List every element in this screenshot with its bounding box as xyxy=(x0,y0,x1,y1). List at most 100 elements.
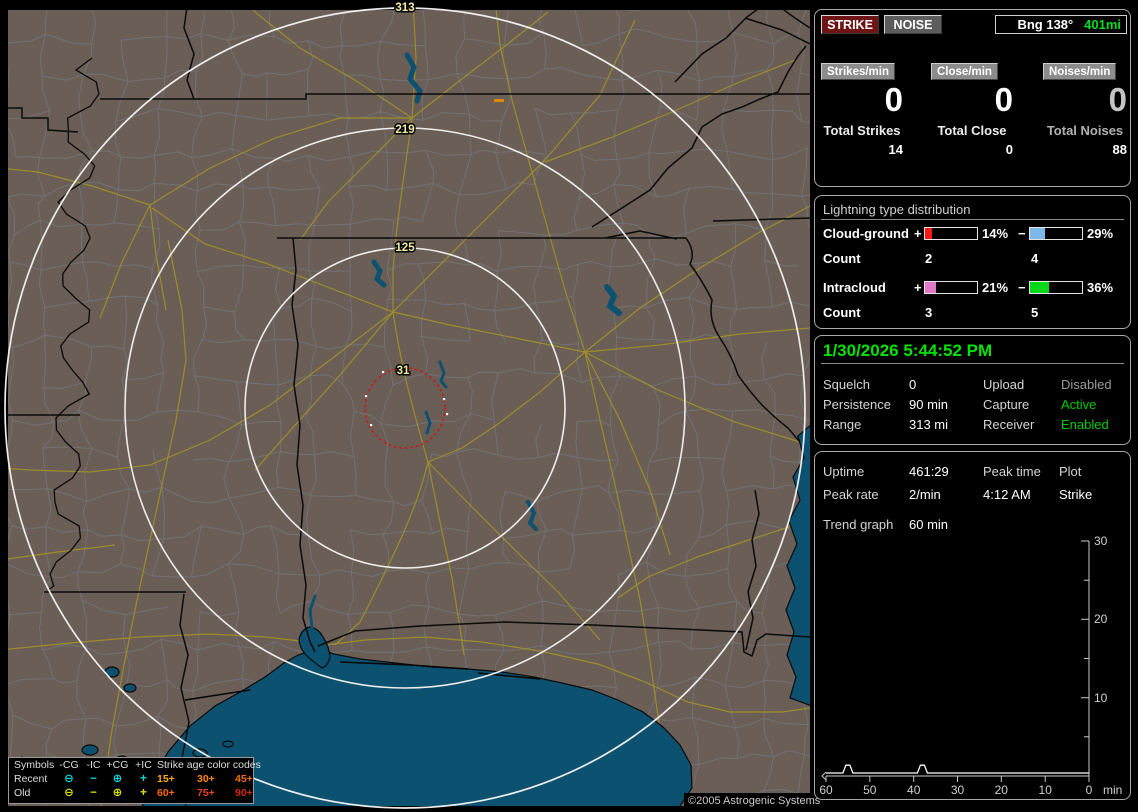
cg-neg-pct: 29% xyxy=(1087,226,1114,241)
total-close-label: Total Close xyxy=(937,123,1007,138)
age-45: 45+ xyxy=(235,773,253,785)
trend-x-unit: min xyxy=(1103,783,1122,797)
app-window: 313 219 125 31 Symbols -CG -IC +CG +IC S… xyxy=(0,0,1138,812)
trend-graph: 30 20 10 60 50 40 30 20 10 0 min xyxy=(819,534,1122,797)
age-30: 30+ xyxy=(197,773,215,785)
close-per-min-button[interactable]: Close/min xyxy=(931,63,998,80)
distribution-divider xyxy=(821,219,1124,220)
copyright-text: ©2005 Astrogenic Systems xyxy=(684,793,825,809)
total-close-value: 0 xyxy=(1005,142,1013,157)
cg-plus-sign: + xyxy=(914,226,922,241)
svg-text:20: 20 xyxy=(995,783,1009,797)
noise-toggle-button[interactable]: NOISE xyxy=(884,15,942,34)
age-75: 75+ xyxy=(197,787,215,799)
cg-pos-pct: 14% xyxy=(982,226,1009,241)
strike-toggle-button[interactable]: STRIKE xyxy=(821,15,879,34)
ic-pos-bar xyxy=(924,281,978,294)
cg-pos-bar xyxy=(924,227,978,240)
cg-pos-bar-fill xyxy=(925,228,933,239)
bearing-distance: 401mi xyxy=(1084,17,1121,32)
lightning-map[interactable]: 313 219 125 31 xyxy=(0,0,812,812)
legend-symbols-header: Symbols xyxy=(14,759,55,771)
legend-recent-label: Recent xyxy=(14,773,48,785)
cloud-ground-label: Cloud-ground xyxy=(823,226,909,241)
receiver-label: Receiver xyxy=(983,417,1035,432)
strikes-per-min-button[interactable]: Strikes/min xyxy=(821,63,895,80)
map-legend: Symbols -CG -IC +CG +IC Strike age color… xyxy=(8,757,261,804)
total-strikes-label: Total Strikes xyxy=(823,123,901,138)
trend-y-labels: 30 20 10 xyxy=(1094,534,1108,705)
legend-header-row: Symbols -CG -IC +CG +IC Strike age color… xyxy=(9,758,261,772)
range-label-219: 219 xyxy=(395,124,414,136)
total-noises-value: 88 xyxy=(1112,142,1127,157)
cg-neg-count: 4 xyxy=(1031,251,1039,266)
legend-col-pos-ic: +IC xyxy=(135,759,152,771)
upload-status: Disabled xyxy=(1061,377,1112,392)
legend-col-neg-ic: -IC xyxy=(86,759,101,771)
persistence-label: Persistence xyxy=(823,397,891,412)
close-column: Close/min 0 Total Close 0 xyxy=(931,62,1013,157)
persistence-value: 90 min xyxy=(909,397,949,412)
svg-text:0: 0 xyxy=(1086,783,1093,797)
cg-neg-bar xyxy=(1029,227,1083,240)
age-90: 90+ xyxy=(235,787,253,799)
total-strikes-value: 14 xyxy=(888,142,903,157)
legend-col-pos-cg: +CG xyxy=(106,759,129,771)
trend-panel: Uptime 461:29 Peak time Plot Peak rate 2… xyxy=(814,451,1131,800)
age-15: 15+ xyxy=(157,773,175,785)
datetime-display: 1/30/2026 5:44:52 PM xyxy=(823,341,993,360)
noises-rate-value: 0 xyxy=(1108,81,1127,118)
distribution-panel: Lightning type distribution Cloud-ground… xyxy=(814,195,1131,329)
cg-count-label: Count xyxy=(823,251,861,266)
ic-pos-count: 3 xyxy=(925,305,933,320)
ic-pos-bar-fill xyxy=(925,282,936,293)
range-label-31: 31 xyxy=(397,365,410,377)
ic-plus-sign: + xyxy=(914,280,922,295)
neg-ic-recent-icon: − xyxy=(90,773,97,785)
legend-recent-row: Recent ⊖ − ⊕ + 15+ 30+ 45+ xyxy=(9,772,253,786)
svg-text:30: 30 xyxy=(1094,534,1108,548)
legend-age-header: Strike age color codes xyxy=(157,759,261,771)
status-panel: 1/30/2026 5:44:52 PM Squelch 0 Upload Di… xyxy=(814,335,1131,445)
receiver-status: Enabled xyxy=(1061,417,1109,432)
legend-old-row: Old ⊖ − ⊕ + 60+ 75+ 90+ xyxy=(9,786,253,800)
status-divider xyxy=(821,363,1124,364)
trend-line xyxy=(826,764,1089,774)
svg-text:10: 10 xyxy=(1094,691,1108,705)
pos-cg-old-icon: ⊕ xyxy=(112,787,123,799)
svg-text:20: 20 xyxy=(1094,612,1108,626)
bearing-display[interactable]: Bng 138° 401mi xyxy=(995,15,1127,34)
noises-per-min-button[interactable]: Noises/min xyxy=(1043,63,1117,80)
ic-neg-bar-fill xyxy=(1030,282,1049,293)
ic-neg-count: 5 xyxy=(1031,305,1039,320)
bearing-label: Bng 138° xyxy=(1017,17,1074,32)
capture-label: Capture xyxy=(983,397,1030,412)
intracloud-label: Intracloud xyxy=(823,280,886,295)
range-label-125: 125 xyxy=(395,242,415,254)
ic-neg-pct: 36% xyxy=(1087,280,1114,295)
upload-label: Upload xyxy=(983,377,1025,392)
neg-cg-recent-icon: ⊖ xyxy=(64,773,74,785)
svg-text:50: 50 xyxy=(863,783,877,797)
pos-ic-recent-icon: + xyxy=(140,773,147,785)
pos-cg-recent-icon: ⊕ xyxy=(112,773,123,785)
neg-ic-old-icon: − xyxy=(90,787,97,799)
svg-text:10: 10 xyxy=(1039,783,1053,797)
close-rate-value: 0 xyxy=(994,81,1013,118)
capture-status: Active xyxy=(1061,397,1097,412)
svg-text:60: 60 xyxy=(819,783,833,797)
age-60: 60+ xyxy=(157,787,175,799)
legend-col-neg-cg: -CG xyxy=(59,759,79,771)
ic-neg-bar xyxy=(1029,281,1083,294)
cg-pos-count: 2 xyxy=(925,251,933,266)
strikes-column: Strikes/min 0 Total Strikes 14 xyxy=(821,62,903,157)
strikes-rate-value: 0 xyxy=(884,81,903,118)
squelch-value: 0 xyxy=(909,377,917,392)
range-value: 313 mi xyxy=(909,417,949,432)
cg-neg-bar-fill xyxy=(1030,228,1046,239)
noise-marker xyxy=(494,99,504,102)
ic-count-label: Count xyxy=(823,305,861,320)
ic-pos-pct: 21% xyxy=(982,280,1009,295)
neg-cg-old-icon: ⊖ xyxy=(64,787,74,799)
svg-text:40: 40 xyxy=(907,783,921,797)
